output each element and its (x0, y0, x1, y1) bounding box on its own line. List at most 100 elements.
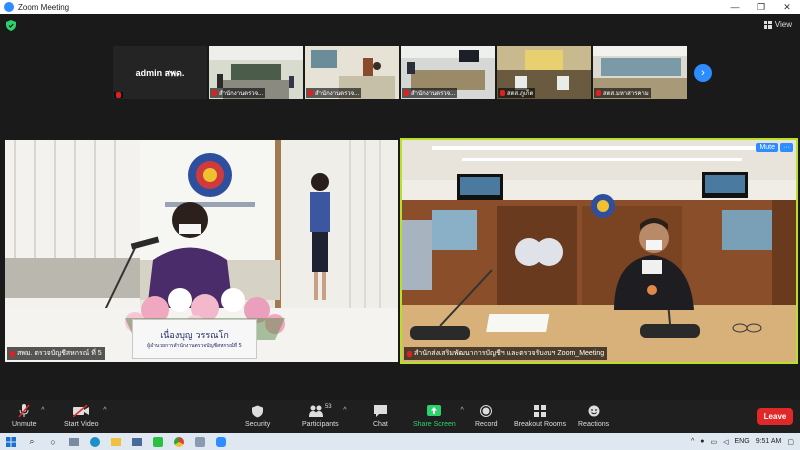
window-title: Zoom Meeting (18, 2, 70, 12)
participant-thumbnail[interactable]: สำนักงานตรวจ... (305, 46, 399, 99)
participant-thumbnail[interactable]: admin สพด. (113, 46, 207, 99)
participant-strip: admin สพด. สำนักงานตรวจ... สำนักงานตรวจ.… (113, 46, 687, 99)
breakout-rooms-grid-icon (534, 404, 547, 418)
mic-muted-icon (308, 90, 313, 96)
participant-mic-status (114, 92, 123, 98)
chat-bubble-icon (373, 404, 387, 418)
record-button[interactable]: Record (475, 404, 498, 428)
participant-label-text: สตส.ภูเก็ต (507, 91, 534, 97)
system-tray: ^ ● ▭ ◁ ENG 9:51 AM ▢ (691, 433, 794, 450)
chrome-icon[interactable] (173, 436, 185, 448)
view-button[interactable]: View (763, 20, 792, 29)
files-icon[interactable] (68, 436, 80, 448)
participant-thumbnail[interactable]: สำนักงานตรวจ... (401, 46, 495, 99)
nameplate: เนื่องบุญ วรรณโก ผู้อำนวยการสำนักงานตรวจ… (132, 319, 257, 359)
share-screen-label: Share Screen (413, 421, 456, 428)
task-view-icon[interactable]: ○ (47, 436, 59, 448)
line-app-icon[interactable] (152, 436, 164, 448)
breakout-rooms-label: Breakout Rooms (514, 421, 567, 428)
file-explorer-icon[interactable] (110, 436, 122, 448)
reactions-label: Reactions (578, 421, 610, 428)
participant-label: สำนักงานตรวจ... (402, 88, 458, 98)
caret-up-icon[interactable]: ^ (103, 407, 106, 414)
video-label: สำนักส่งเสริมพัฒนาการบัญชีฯ และตรวจรับงบ… (404, 347, 608, 360)
participant-label: สำนักงานตรวจ... (210, 88, 266, 98)
security-button[interactable]: Security (245, 404, 270, 428)
chevron-up-icon[interactable]: ^ (691, 438, 694, 445)
clock[interactable]: 9:51 AM (756, 438, 782, 445)
participant-label-text: สำนักงานตรวจ... (411, 91, 456, 97)
video-label: สพม. ตรวจบัญชีสหกรณ์ ที่ 5 (7, 347, 105, 360)
meeting-toolbar: Unmute ^ Start Video ^ Security 53 Parti… (0, 400, 800, 433)
microphone-muted-icon (18, 404, 30, 418)
share-screen-button[interactable]: Share Screen ^ (413, 404, 464, 428)
participants-count: 53 (324, 404, 332, 410)
participants-button[interactable]: 53 Participants ^ (302, 404, 347, 428)
record-label: Record (475, 421, 498, 428)
participants-icon: 53 (308, 404, 332, 418)
chat-button[interactable]: Chat (373, 404, 388, 428)
video-label-text: สำนักส่งเสริมพัฒนาการบัญชีฯ และตรวจรับงบ… (414, 350, 605, 357)
mic-muted-icon (10, 350, 15, 357)
start-video-label: Start Video (64, 421, 99, 428)
next-page-arrow-icon[interactable]: › (694, 64, 712, 82)
security-shield-icon (252, 404, 264, 418)
participant-label: สำนักงานตรวจ... (306, 88, 362, 98)
mic-muted-icon (404, 90, 409, 96)
mail-icon[interactable] (131, 436, 143, 448)
leave-button[interactable]: Leave (757, 408, 793, 425)
video-label-text: สพม. ตรวจบัญชีสหกรณ์ ที่ 5 (17, 350, 102, 357)
participant-thumbnail[interactable]: สำนักงานตรวจ... (209, 46, 303, 99)
participant-thumbnail[interactable]: สตส.มหาสารคาม (593, 46, 687, 99)
windows-taskbar: ⌕ ○ ^ ● ▭ ◁ ENG 9:51 AM ▢ (0, 433, 800, 450)
mic-muted-icon (500, 90, 505, 96)
encryption-shield-icon[interactable] (6, 20, 16, 31)
more-options-button[interactable]: ··· (780, 143, 793, 152)
zoom-logo-icon (4, 2, 14, 12)
participant-label-text: สำนักงานตรวจ... (315, 91, 360, 97)
chat-label: Chat (373, 421, 388, 428)
caret-up-icon[interactable]: ^ (461, 407, 464, 414)
start-video-button[interactable]: Start Video ^ (64, 404, 107, 428)
view-label: View (774, 20, 792, 29)
mic-muted-icon (212, 90, 217, 96)
mic-muted-icon (596, 90, 601, 96)
grid-view-icon (763, 20, 772, 29)
main-video-left[interactable]: เนื่องบุญ วรรณโก ผู้อำนวยการสำนักงานตรวจ… (5, 140, 398, 362)
unmute-button[interactable]: Unmute ^ (12, 404, 45, 428)
security-label: Security (245, 421, 271, 428)
main-video-right-active-speaker[interactable]: Mute ··· สำนักส่งเสริมพัฒนาการบัญชีฯ และ… (400, 138, 798, 364)
volume-icon[interactable]: ◁ (723, 438, 728, 446)
restore-button[interactable]: ❐ (748, 0, 774, 14)
reactions-smiley-icon (588, 404, 600, 418)
mic-muted-icon (116, 92, 121, 98)
caret-up-icon[interactable]: ^ (343, 407, 346, 414)
microphone-icon[interactable]: ● (700, 438, 704, 445)
edge-browser-icon[interactable] (89, 436, 101, 448)
participant-label-text: สตส.มหาสารคาม (603, 91, 649, 97)
windows-start-icon[interactable] (5, 436, 17, 448)
zoom-taskbar-icon[interactable] (215, 436, 227, 448)
participant-name: admin สพด. (135, 67, 185, 78)
minimize-button[interactable]: — (722, 0, 748, 14)
participants-label: Participants (302, 421, 339, 428)
window-controls: — ❐ ✕ (722, 0, 800, 14)
mute-participant-button[interactable]: Mute (756, 143, 778, 152)
nameplate-name: เนื่องบุญ วรรณโก (160, 331, 229, 341)
close-button[interactable]: ✕ (774, 0, 800, 14)
title-bar: Zoom Meeting — ❐ ✕ (0, 0, 800, 14)
participant-thumbnail[interactable]: สตส.ภูเก็ต (497, 46, 591, 99)
search-icon[interactable]: ⌕ (26, 436, 38, 448)
mic-muted-icon (407, 350, 412, 357)
breakout-rooms-button[interactable]: Breakout Rooms (514, 404, 566, 428)
reactions-button[interactable]: Reactions (578, 404, 609, 428)
app-icon[interactable] (194, 436, 206, 448)
caret-up-icon[interactable]: ^ (41, 407, 44, 414)
nameplate-title: ผู้อำนวยการสำนักงานตรวจบัญชีสหกรณ์ที่ 5 (147, 343, 242, 349)
conference-room-video-feed (402, 140, 796, 362)
unmute-label: Unmute (12, 421, 37, 428)
keyboard-language[interactable]: ENG (735, 438, 750, 445)
share-screen-icon (427, 404, 442, 418)
network-icon[interactable]: ▭ (711, 438, 718, 446)
notifications-icon[interactable]: ▢ (787, 438, 794, 446)
